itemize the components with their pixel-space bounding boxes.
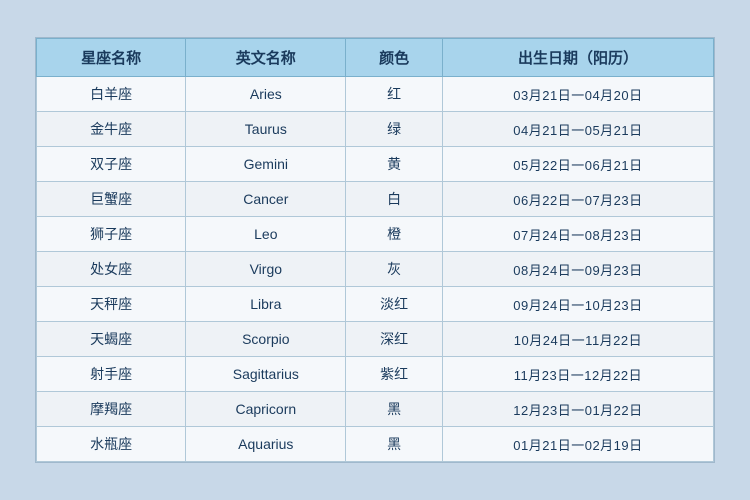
cell-english-name: Aquarius (186, 427, 346, 462)
cell-color: 黑 (346, 427, 443, 462)
cell-color: 灰 (346, 252, 443, 287)
cell-chinese-name: 摩羯座 (37, 392, 186, 427)
cell-chinese-name: 天秤座 (37, 287, 186, 322)
cell-english-name: Leo (186, 217, 346, 252)
cell-english-name: Virgo (186, 252, 346, 287)
table-row: 水瓶座Aquarius黑01月21日一02月19日 (37, 427, 714, 462)
cell-english-name: Gemini (186, 147, 346, 182)
table-row: 摩羯座Capricorn黑12月23日一01月22日 (37, 392, 714, 427)
cell-color: 紫红 (346, 357, 443, 392)
cell-english-name: Taurus (186, 112, 346, 147)
table-body: 白羊座Aries红03月21日一04月20日金牛座Taurus绿04月21日一0… (37, 77, 714, 462)
header-chinese-name: 星座名称 (37, 39, 186, 77)
cell-chinese-name: 双子座 (37, 147, 186, 182)
cell-dates: 03月21日一04月20日 (442, 77, 713, 112)
cell-dates: 04月21日一05月21日 (442, 112, 713, 147)
cell-english-name: Aries (186, 77, 346, 112)
cell-color: 红 (346, 77, 443, 112)
cell-dates: 08月24日一09月23日 (442, 252, 713, 287)
table-row: 巨蟹座Cancer白06月22日一07月23日 (37, 182, 714, 217)
cell-dates: 01月21日一02月19日 (442, 427, 713, 462)
cell-dates: 06月22日一07月23日 (442, 182, 713, 217)
table-row: 天蝎座Scorpio深红10月24日一11月22日 (37, 322, 714, 357)
cell-dates: 11月23日一12月22日 (442, 357, 713, 392)
table-row: 射手座Sagittarius紫红11月23日一12月22日 (37, 357, 714, 392)
cell-dates: 10月24日一11月22日 (442, 322, 713, 357)
cell-color: 白 (346, 182, 443, 217)
table-row: 白羊座Aries红03月21日一04月20日 (37, 77, 714, 112)
zodiac-table: 星座名称 英文名称 颜色 出生日期（阳历） 白羊座Aries红03月21日一04… (36, 38, 714, 462)
cell-chinese-name: 巨蟹座 (37, 182, 186, 217)
header-english-name: 英文名称 (186, 39, 346, 77)
cell-dates: 07月24日一08月23日 (442, 217, 713, 252)
header-color: 颜色 (346, 39, 443, 77)
cell-english-name: Scorpio (186, 322, 346, 357)
cell-color: 淡红 (346, 287, 443, 322)
cell-chinese-name: 射手座 (37, 357, 186, 392)
cell-color: 黄 (346, 147, 443, 182)
cell-chinese-name: 水瓶座 (37, 427, 186, 462)
header-birthdate: 出生日期（阳历） (442, 39, 713, 77)
table-row: 天秤座Libra淡红09月24日一10月23日 (37, 287, 714, 322)
cell-color: 橙 (346, 217, 443, 252)
cell-chinese-name: 天蝎座 (37, 322, 186, 357)
cell-dates: 09月24日一10月23日 (442, 287, 713, 322)
table-header-row: 星座名称 英文名称 颜色 出生日期（阳历） (37, 39, 714, 77)
cell-chinese-name: 白羊座 (37, 77, 186, 112)
cell-color: 深红 (346, 322, 443, 357)
cell-color: 绿 (346, 112, 443, 147)
table-row: 金牛座Taurus绿04月21日一05月21日 (37, 112, 714, 147)
cell-dates: 12月23日一01月22日 (442, 392, 713, 427)
cell-english-name: Capricorn (186, 392, 346, 427)
cell-chinese-name: 处女座 (37, 252, 186, 287)
table-row: 狮子座Leo橙07月24日一08月23日 (37, 217, 714, 252)
cell-english-name: Libra (186, 287, 346, 322)
table-row: 处女座Virgo灰08月24日一09月23日 (37, 252, 714, 287)
table-row: 双子座Gemini黄05月22日一06月21日 (37, 147, 714, 182)
zodiac-table-container: 星座名称 英文名称 颜色 出生日期（阳历） 白羊座Aries红03月21日一04… (35, 37, 715, 463)
cell-chinese-name: 金牛座 (37, 112, 186, 147)
cell-english-name: Cancer (186, 182, 346, 217)
cell-chinese-name: 狮子座 (37, 217, 186, 252)
cell-color: 黑 (346, 392, 443, 427)
cell-english-name: Sagittarius (186, 357, 346, 392)
cell-dates: 05月22日一06月21日 (442, 147, 713, 182)
